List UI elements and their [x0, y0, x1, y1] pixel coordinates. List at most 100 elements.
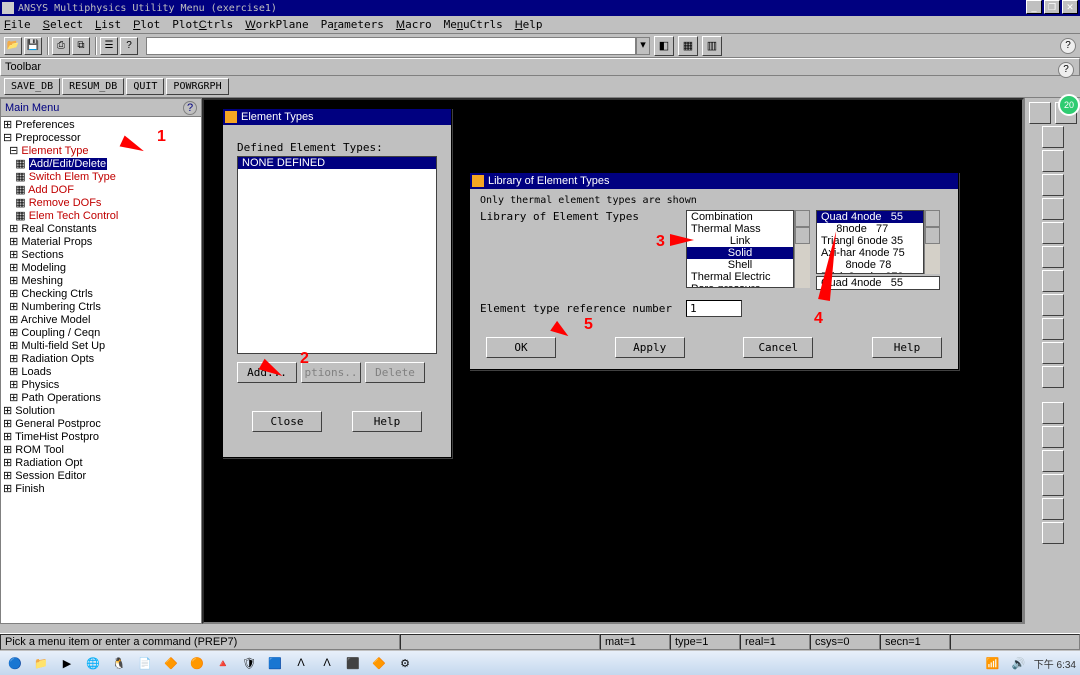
zoom-in-icon[interactable] [1042, 174, 1064, 196]
app2-icon[interactable]: 🟠 [186, 653, 208, 673]
list-item-none[interactable]: NONE DEFINED [238, 157, 436, 169]
tree-loads[interactable]: Loads [21, 366, 51, 378]
tree-modeling[interactable]: Modeling [21, 262, 66, 274]
zoom-box-icon[interactable] [1042, 150, 1064, 172]
tree-path-ops[interactable]: Path Operations [21, 392, 101, 404]
cat-thermal-mass[interactable]: Thermal Mass [687, 223, 793, 235]
ansys2-icon[interactable]: Λ [316, 653, 338, 673]
tree-physics[interactable]: Physics [21, 379, 59, 391]
toolbar-help-icon[interactable]: ? [120, 37, 138, 55]
category-scrollbar[interactable] [794, 210, 810, 288]
menu-menuctrls[interactable]: MenuCtrls [444, 18, 503, 31]
menu-help[interactable]: Help [515, 18, 543, 31]
shield-icon[interactable]: 🛡 [238, 653, 260, 673]
qq-icon[interactable]: 🐧 [108, 653, 130, 673]
ref-number-input[interactable] [686, 300, 742, 317]
cancel-button[interactable]: Cancel [743, 337, 813, 358]
toolbar-graph-icon[interactable]: ◧ [654, 36, 674, 56]
tree-finish[interactable]: Finish [15, 483, 44, 495]
tree-preferences[interactable]: Preferences [15, 119, 74, 131]
ok-button[interactable]: OK [486, 337, 556, 358]
tree-element-type[interactable]: Element Type [21, 145, 88, 157]
toolbar-print-icon[interactable]: ⎙ [52, 37, 70, 55]
perspective-icon[interactable] [1042, 522, 1064, 544]
side-icon[interactable] [1042, 318, 1064, 340]
term-icon[interactable]: ⬛ [342, 653, 364, 673]
maximize-button[interactable]: ❐ [1044, 0, 1060, 14]
toolbar-layout-icon[interactable]: ▥ [702, 36, 722, 56]
cat-solid[interactable]: Solid [687, 247, 793, 259]
toolbar-help-icon[interactable]: ? [1058, 62, 1074, 78]
tree-elem-tech[interactable]: Elem Tech Control [29, 210, 119, 222]
tree-meshing[interactable]: Meshing [21, 275, 63, 287]
cat-pore-pressure[interactable]: Pore-pressure [687, 283, 793, 288]
front-icon[interactable] [1042, 294, 1064, 316]
tree-solution[interactable]: Solution [15, 405, 55, 417]
main-menu-tree[interactable]: ⊞ Preferences ⊟ Preprocessor ⊟ Element T… [1, 117, 201, 623]
tree-timehist[interactable]: TimeHist Postpro [15, 431, 99, 443]
browser-icon[interactable]: 🌐 [82, 653, 104, 673]
explorer-icon[interactable]: 📁 [30, 653, 52, 673]
command-combo[interactable] [146, 37, 636, 55]
tree-add-edit-delete[interactable]: Add/Edit/Delete [29, 158, 107, 170]
view-1-icon[interactable] [1029, 102, 1051, 124]
tree-session-editor[interactable]: Session Editor [15, 470, 86, 482]
cat-combination[interactable]: Combination [687, 211, 793, 223]
tree-postproc[interactable]: General Postproc [15, 418, 101, 430]
tree-multifield[interactable]: Multi-field Set Up [21, 340, 105, 352]
tree-archive[interactable]: Archive Model [21, 314, 91, 326]
tree-sections[interactable]: Sections [21, 249, 63, 261]
resum-db-button[interactable]: RESUM_DB [62, 78, 124, 95]
toolbar-save-icon[interactable]: 💾 [24, 37, 42, 55]
help-button-dialog2[interactable]: Help [872, 337, 942, 358]
tree-rom[interactable]: ROM Tool [15, 444, 64, 456]
tree-real-constants[interactable]: Real Constants [21, 223, 96, 235]
cat-link[interactable]: Link [687, 235, 793, 247]
tree-radiation-opts[interactable]: Radiation Opts [21, 353, 94, 365]
menu-workplane[interactable]: WorkPlane [245, 18, 308, 31]
fit-icon[interactable] [1042, 126, 1064, 148]
tree-numbering[interactable]: Numbering Ctrls [21, 301, 100, 313]
subtype-scrollbar[interactable] [924, 210, 940, 274]
category-list[interactable]: Combination Thermal Mass Link Solid Shel… [686, 210, 794, 288]
combo-dropdown-icon[interactable]: ▾ [636, 37, 650, 55]
ansys3-icon[interactable]: 🔶 [368, 653, 390, 673]
tray-net-icon[interactable]: 📶 [982, 653, 1004, 673]
toolbar-window-icon[interactable]: ▦ [678, 36, 698, 56]
minimize-button[interactable]: _ [1026, 0, 1042, 14]
toolbar-report-icon[interactable]: ☰ [100, 37, 118, 55]
menu-parameters[interactable]: Parameters [321, 18, 384, 31]
start-icon[interactable]: 🔵 [4, 653, 26, 673]
dyn-zoom-icon[interactable] [1042, 450, 1064, 472]
rotate-icon[interactable] [1042, 246, 1064, 268]
gear-icon[interactable]: ⚙ [394, 653, 416, 673]
apply-button[interactable]: Apply [615, 337, 685, 358]
menu-plotctrls[interactable]: PlotCtrls [172, 18, 233, 31]
pan-icon[interactable] [1042, 222, 1064, 244]
dyn-rotate-icon[interactable] [1042, 402, 1064, 424]
cat-thermal-electric[interactable]: Thermal Electric [687, 271, 793, 283]
app3-icon[interactable]: 🔺 [212, 653, 234, 673]
main-menu-help-icon[interactable]: ? [183, 101, 197, 115]
tree-checking[interactable]: Checking Ctrls [21, 288, 93, 300]
sub-quad4-55[interactable]: Quad 4node 55 [817, 211, 923, 223]
menu-macro[interactable]: Macro [396, 18, 432, 31]
tree-coupling[interactable]: Coupling / Ceqn [21, 327, 100, 339]
tree-switch-elem[interactable]: Switch Elem Type [29, 171, 116, 183]
menu-file[interactable]: File [4, 18, 31, 31]
word-icon[interactable]: 🟦 [264, 653, 286, 673]
save-db-button[interactable]: SAVE_DB [4, 78, 60, 95]
doc-icon[interactable]: 📄 [134, 653, 156, 673]
menu-list[interactable]: List [95, 18, 121, 31]
tree-preprocessor[interactable]: Preprocessor [15, 132, 80, 144]
help-button-dialog1[interactable]: Help [352, 411, 422, 432]
close-button-dialog[interactable]: Close [252, 411, 322, 432]
quit-button[interactable]: QUIT [126, 78, 164, 95]
close-button[interactable]: ✕ [1062, 0, 1078, 14]
oblique-icon[interactable] [1042, 366, 1064, 388]
dyn-pan-icon[interactable] [1042, 426, 1064, 448]
context-help-icon[interactable]: ? [1060, 38, 1076, 54]
wireframe-icon[interactable] [1042, 474, 1064, 496]
app-icon[interactable]: 🔶 [160, 653, 182, 673]
menu-select[interactable]: Select [43, 18, 83, 31]
